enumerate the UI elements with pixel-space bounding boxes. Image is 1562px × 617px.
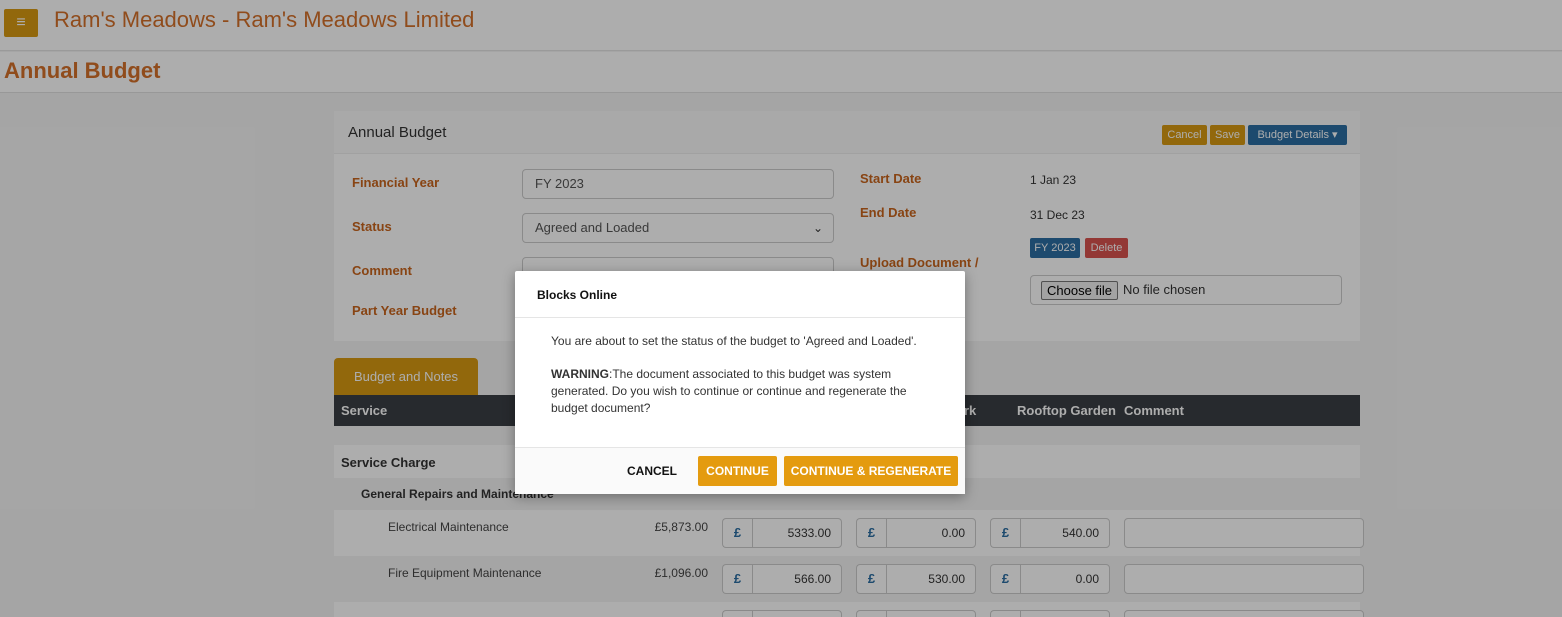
warning-label: WARNING (551, 367, 609, 381)
dialog-cancel-button[interactable]: CANCEL (619, 456, 685, 486)
dialog-warning: WARNING:The document associated to this … (551, 366, 931, 417)
dialog-body: You are about to set the status of the b… (551, 333, 931, 433)
dialog-continue-regenerate-button[interactable]: CONTINUE & REGENERATE (784, 456, 958, 486)
dialog-footer: CANCEL CONTINUE CONTINUE & REGENERATE (515, 447, 965, 494)
dialog-continue-button[interactable]: CONTINUE (698, 456, 777, 486)
confirm-dialog: Blocks Online You are about to set the s… (515, 271, 965, 494)
dialog-header: Blocks Online (515, 271, 965, 318)
dialog-title: Blocks Online (537, 288, 618, 302)
dialog-message: You are about to set the status of the b… (551, 334, 917, 348)
